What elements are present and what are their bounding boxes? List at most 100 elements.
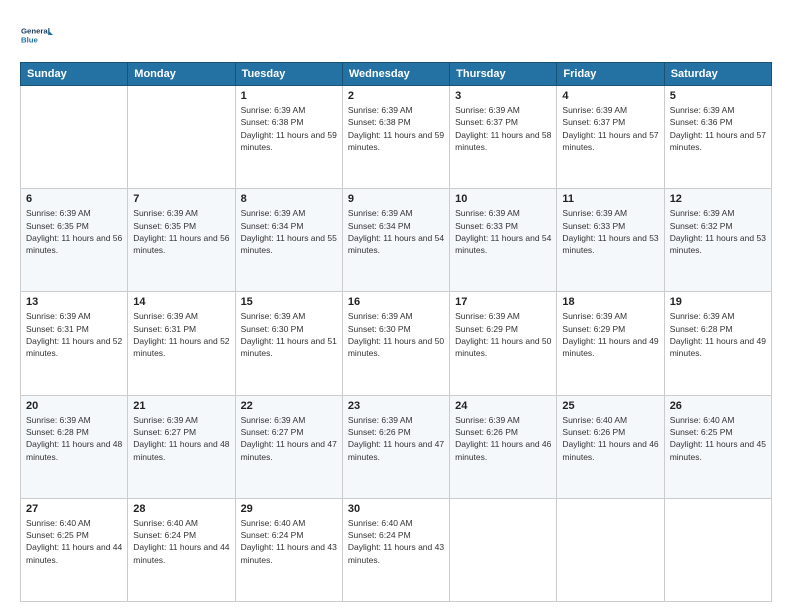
table-cell: 3 Sunrise: 6:39 AMSunset: 6:37 PMDaylight… (450, 86, 557, 189)
day-number: 1 (241, 90, 337, 102)
day-number: 9 (348, 193, 444, 205)
logo-svg: General Blue (20, 18, 54, 52)
day-info: Sunrise: 6:39 AMSunset: 6:32 PMDaylight:… (670, 207, 766, 256)
day-info: Sunrise: 6:39 AMSunset: 6:28 PMDaylight:… (26, 414, 122, 463)
table-cell: 23 Sunrise: 6:39 AMSunset: 6:26 PMDayligh… (342, 395, 449, 498)
day-number: 13 (26, 296, 122, 308)
table-cell: 13Sunrise: 6:39 AMSunset: 6:31 PMDayligh… (21, 292, 128, 395)
svg-text:General: General (21, 27, 50, 36)
day-number: 2 (348, 90, 444, 102)
day-number: 30 (348, 503, 444, 515)
day-info: Sunrise: 6:39 AMSunset: 6:27 PMDaylight:… (133, 414, 229, 463)
logo: General Blue (20, 18, 54, 52)
day-info: Sunrise: 6:40 AMSunset: 6:26 PMDaylight:… (562, 414, 658, 463)
weekday-header-wednesday: Wednesday (342, 63, 449, 86)
weekday-header-saturday: Saturday (664, 63, 771, 86)
weekday-header-row: SundayMondayTuesdayWednesdayThursdayFrid… (21, 63, 772, 86)
table-cell: 28 Sunrise: 6:40 AMSunset: 6:24 PMDayligh… (128, 498, 235, 601)
day-number: 14 (133, 296, 229, 308)
day-number: 15 (241, 296, 337, 308)
day-number: 16 (348, 296, 444, 308)
day-info: Sunrise: 6:39 AMSunset: 6:29 PMDaylight:… (562, 310, 658, 359)
table-cell: 8 Sunrise: 6:39 AMSunset: 6:34 PMDaylight… (235, 189, 342, 292)
day-info: Sunrise: 6:39 AMSunset: 6:37 PMDaylight:… (455, 104, 551, 153)
day-info: Sunrise: 6:40 AMSunset: 6:25 PMDaylight:… (26, 517, 122, 566)
week-row-1: 1 Sunrise: 6:39 AMSunset: 6:38 PMDaylight… (21, 86, 772, 189)
day-info: Sunrise: 6:39 AMSunset: 6:38 PMDaylight:… (348, 104, 444, 153)
weekday-header-thursday: Thursday (450, 63, 557, 86)
weekday-header-monday: Monday (128, 63, 235, 86)
day-info: Sunrise: 6:39 AMSunset: 6:38 PMDaylight:… (241, 104, 337, 153)
day-info: Sunrise: 6:39 AMSunset: 6:35 PMDaylight:… (133, 207, 229, 256)
day-number: 21 (133, 400, 229, 412)
header: General Blue (20, 18, 772, 52)
day-info: Sunrise: 6:39 AMSunset: 6:34 PMDaylight:… (241, 207, 337, 256)
day-info: Sunrise: 6:39 AMSunset: 6:30 PMDaylight:… (241, 310, 337, 359)
table-cell: 27 Sunrise: 6:40 AMSunset: 6:25 PMDayligh… (21, 498, 128, 601)
table-cell: 21 Sunrise: 6:39 AMSunset: 6:27 PMDayligh… (128, 395, 235, 498)
day-number: 3 (455, 90, 551, 102)
day-number: 12 (670, 193, 766, 205)
day-info: Sunrise: 6:40 AMSunset: 6:24 PMDaylight:… (133, 517, 229, 566)
table-cell (128, 86, 235, 189)
day-number: 4 (562, 90, 658, 102)
day-number: 23 (348, 400, 444, 412)
table-cell: 9 Sunrise: 6:39 AMSunset: 6:34 PMDaylight… (342, 189, 449, 292)
table-cell (21, 86, 128, 189)
calendar-table: SundayMondayTuesdayWednesdayThursdayFrid… (20, 62, 772, 602)
day-info: Sunrise: 6:39 AMSunset: 6:34 PMDaylight:… (348, 207, 444, 256)
table-cell: 4Sunrise: 6:39 AMSunset: 6:37 PMDaylight… (557, 86, 664, 189)
day-info: Sunrise: 6:39 AMSunset: 6:31 PMDaylight:… (133, 310, 229, 359)
day-info: Sunrise: 6:40 AMSunset: 6:25 PMDaylight:… (670, 414, 766, 463)
day-number: 19 (670, 296, 766, 308)
day-info: Sunrise: 6:40 AMSunset: 6:24 PMDaylight:… (348, 517, 444, 566)
day-number: 22 (241, 400, 337, 412)
day-number: 5 (670, 90, 766, 102)
day-info: Sunrise: 6:39 AMSunset: 6:36 PMDaylight:… (670, 104, 766, 153)
table-cell: 1 Sunrise: 6:39 AMSunset: 6:38 PMDaylight… (235, 86, 342, 189)
weekday-header-tuesday: Tuesday (235, 63, 342, 86)
day-number: 11 (562, 193, 658, 205)
day-info: Sunrise: 6:39 AMSunset: 6:30 PMDaylight:… (348, 310, 444, 359)
day-info: Sunrise: 6:39 AMSunset: 6:27 PMDaylight:… (241, 414, 337, 463)
day-info: Sunrise: 6:39 AMSunset: 6:29 PMDaylight:… (455, 310, 551, 359)
table-cell: 17Sunrise: 6:39 AMSunset: 6:29 PMDayligh… (450, 292, 557, 395)
day-info: Sunrise: 6:39 AMSunset: 6:33 PMDaylight:… (455, 207, 551, 256)
day-info: Sunrise: 6:39 AMSunset: 6:35 PMDaylight:… (26, 207, 122, 256)
day-number: 10 (455, 193, 551, 205)
table-cell (450, 498, 557, 601)
week-row-3: 13 Sunrise: 6:39 AMSunset: 6:31 PMDayligh… (21, 292, 772, 395)
day-number: 6 (26, 193, 122, 205)
week-row-2: 6 Sunrise: 6:39 AMSunset: 6:35 PMDaylight… (21, 189, 772, 292)
weekday-header-sunday: Sunday (21, 63, 128, 86)
day-number: 20 (26, 400, 122, 412)
table-cell (557, 498, 664, 601)
day-number: 8 (241, 193, 337, 205)
day-number: 24 (455, 400, 551, 412)
table-cell: 12 Sunrise: 6:39 AMSunset: 6:32 PMDayligh… (664, 189, 771, 292)
day-info: Sunrise: 6:40 AMSunset: 6:24 PMDaylight:… (241, 517, 337, 566)
table-cell: 10 Sunrise: 6:39 AMSunset: 6:33 PMDayligh… (450, 189, 557, 292)
day-number: 25 (562, 400, 658, 412)
table-cell: 18Sunrise: 6:39 AMSunset: 6:29 PMDayligh… (557, 292, 664, 395)
day-number: 26 (670, 400, 766, 412)
table-cell: 5 Sunrise: 6:39 AMSunset: 6:36 PMDaylight… (664, 86, 771, 189)
day-number: 27 (26, 503, 122, 515)
week-row-4: 20 Sunrise: 6:39 AMSunset: 6:28 PMDayligh… (21, 395, 772, 498)
table-cell: 6 Sunrise: 6:39 AMSunset: 6:35 PMDaylight… (21, 189, 128, 292)
table-cell: 16 Sunrise: 6:39 AMSunset: 6:30 PMDayligh… (342, 292, 449, 395)
day-number: 7 (133, 193, 229, 205)
day-info: Sunrise: 6:39 AMSunset: 6:28 PMDaylight:… (670, 310, 766, 359)
table-cell: 19 Sunrise: 6:39 AMSunset: 6:28 PMDayligh… (664, 292, 771, 395)
table-cell: 15 Sunrise: 6:39 AMSunset: 6:30 PMDayligh… (235, 292, 342, 395)
table-cell (664, 498, 771, 601)
table-cell: 25 Sunrise: 6:40 AMSunset: 6:26 PMDayligh… (557, 395, 664, 498)
table-cell: 20 Sunrise: 6:39 AMSunset: 6:28 PMDayligh… (21, 395, 128, 498)
table-cell: 22 Sunrise: 6:39 AMSunset: 6:27 PMDayligh… (235, 395, 342, 498)
day-number: 28 (133, 503, 229, 515)
weekday-header-friday: Friday (557, 63, 664, 86)
svg-text:Blue: Blue (21, 35, 39, 44)
table-cell: 11Sunrise: 6:39 AMSunset: 6:33 PMDayligh… (557, 189, 664, 292)
day-info: Sunrise: 6:39 AMSunset: 6:26 PMDaylight:… (348, 414, 444, 463)
day-number: 29 (241, 503, 337, 515)
